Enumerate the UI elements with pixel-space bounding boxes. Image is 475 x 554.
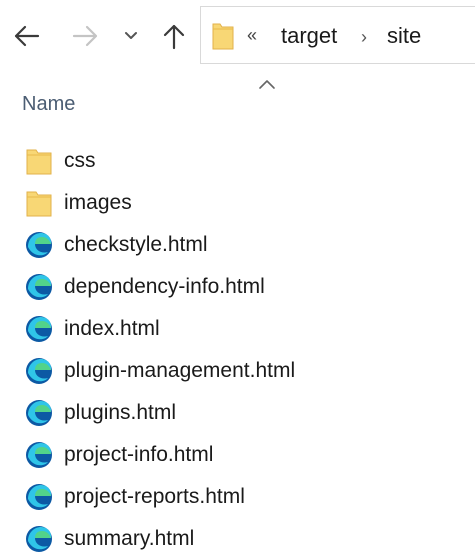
edge-icon xyxy=(26,442,52,468)
arrow-right-icon xyxy=(72,25,98,47)
edge-icon xyxy=(26,316,52,342)
forward-button[interactable] xyxy=(68,18,104,54)
list-item[interactable]: project-reports.html xyxy=(0,476,475,518)
folder-icon xyxy=(26,191,52,217)
file-name: dependency-info.html xyxy=(64,275,265,298)
address-overflow-chevron[interactable]: « xyxy=(247,23,257,47)
list-item[interactable]: index.html xyxy=(0,308,475,350)
sort-ascending-icon xyxy=(259,80,275,89)
arrow-left-icon xyxy=(14,25,40,47)
file-name: images xyxy=(64,191,132,214)
file-explorer-window: « target › site Name css images checksty… xyxy=(0,0,475,554)
edge-icon xyxy=(26,358,52,384)
file-name: index.html xyxy=(64,317,160,340)
list-item[interactable]: summary.html xyxy=(0,518,475,554)
file-name: css xyxy=(64,149,96,172)
list-item[interactable]: checkstyle.html xyxy=(0,224,475,266)
edge-icon xyxy=(26,484,52,510)
folder-icon xyxy=(212,23,234,50)
recent-locations-button[interactable] xyxy=(118,22,144,50)
list-item[interactable]: plugins.html xyxy=(0,392,475,434)
chevron-down-icon xyxy=(125,32,137,39)
edge-icon xyxy=(26,526,52,552)
edge-icon xyxy=(26,232,52,258)
address-bar[interactable]: « target › site xyxy=(200,6,475,64)
up-button[interactable] xyxy=(156,18,192,54)
file-name: summary.html xyxy=(64,527,195,550)
file-list: css images checkstyle.html dependency-in… xyxy=(0,140,475,554)
list-item[interactable]: plugin-management.html xyxy=(0,350,475,392)
list-item[interactable]: images xyxy=(0,182,475,224)
list-item[interactable]: dependency-info.html xyxy=(0,266,475,308)
navigation-bar: « target › site xyxy=(0,0,475,70)
breadcrumb-site[interactable]: site xyxy=(387,23,421,49)
edge-icon xyxy=(26,274,52,300)
file-name: checkstyle.html xyxy=(64,233,208,256)
list-item[interactable]: css xyxy=(0,140,475,182)
breadcrumb-separator[interactable]: › xyxy=(361,25,367,49)
arrow-up-icon xyxy=(163,24,185,50)
column-header-name[interactable]: Name xyxy=(22,92,75,116)
back-button[interactable] xyxy=(8,18,44,54)
list-item[interactable]: project-info.html xyxy=(0,434,475,476)
breadcrumb-target[interactable]: target xyxy=(281,23,337,49)
file-name: project-info.html xyxy=(64,443,214,466)
folder-icon xyxy=(26,149,52,175)
file-name: project-reports.html xyxy=(64,485,245,508)
edge-icon xyxy=(26,400,52,426)
file-name: plugin-management.html xyxy=(64,359,296,382)
file-name: plugins.html xyxy=(64,401,177,424)
